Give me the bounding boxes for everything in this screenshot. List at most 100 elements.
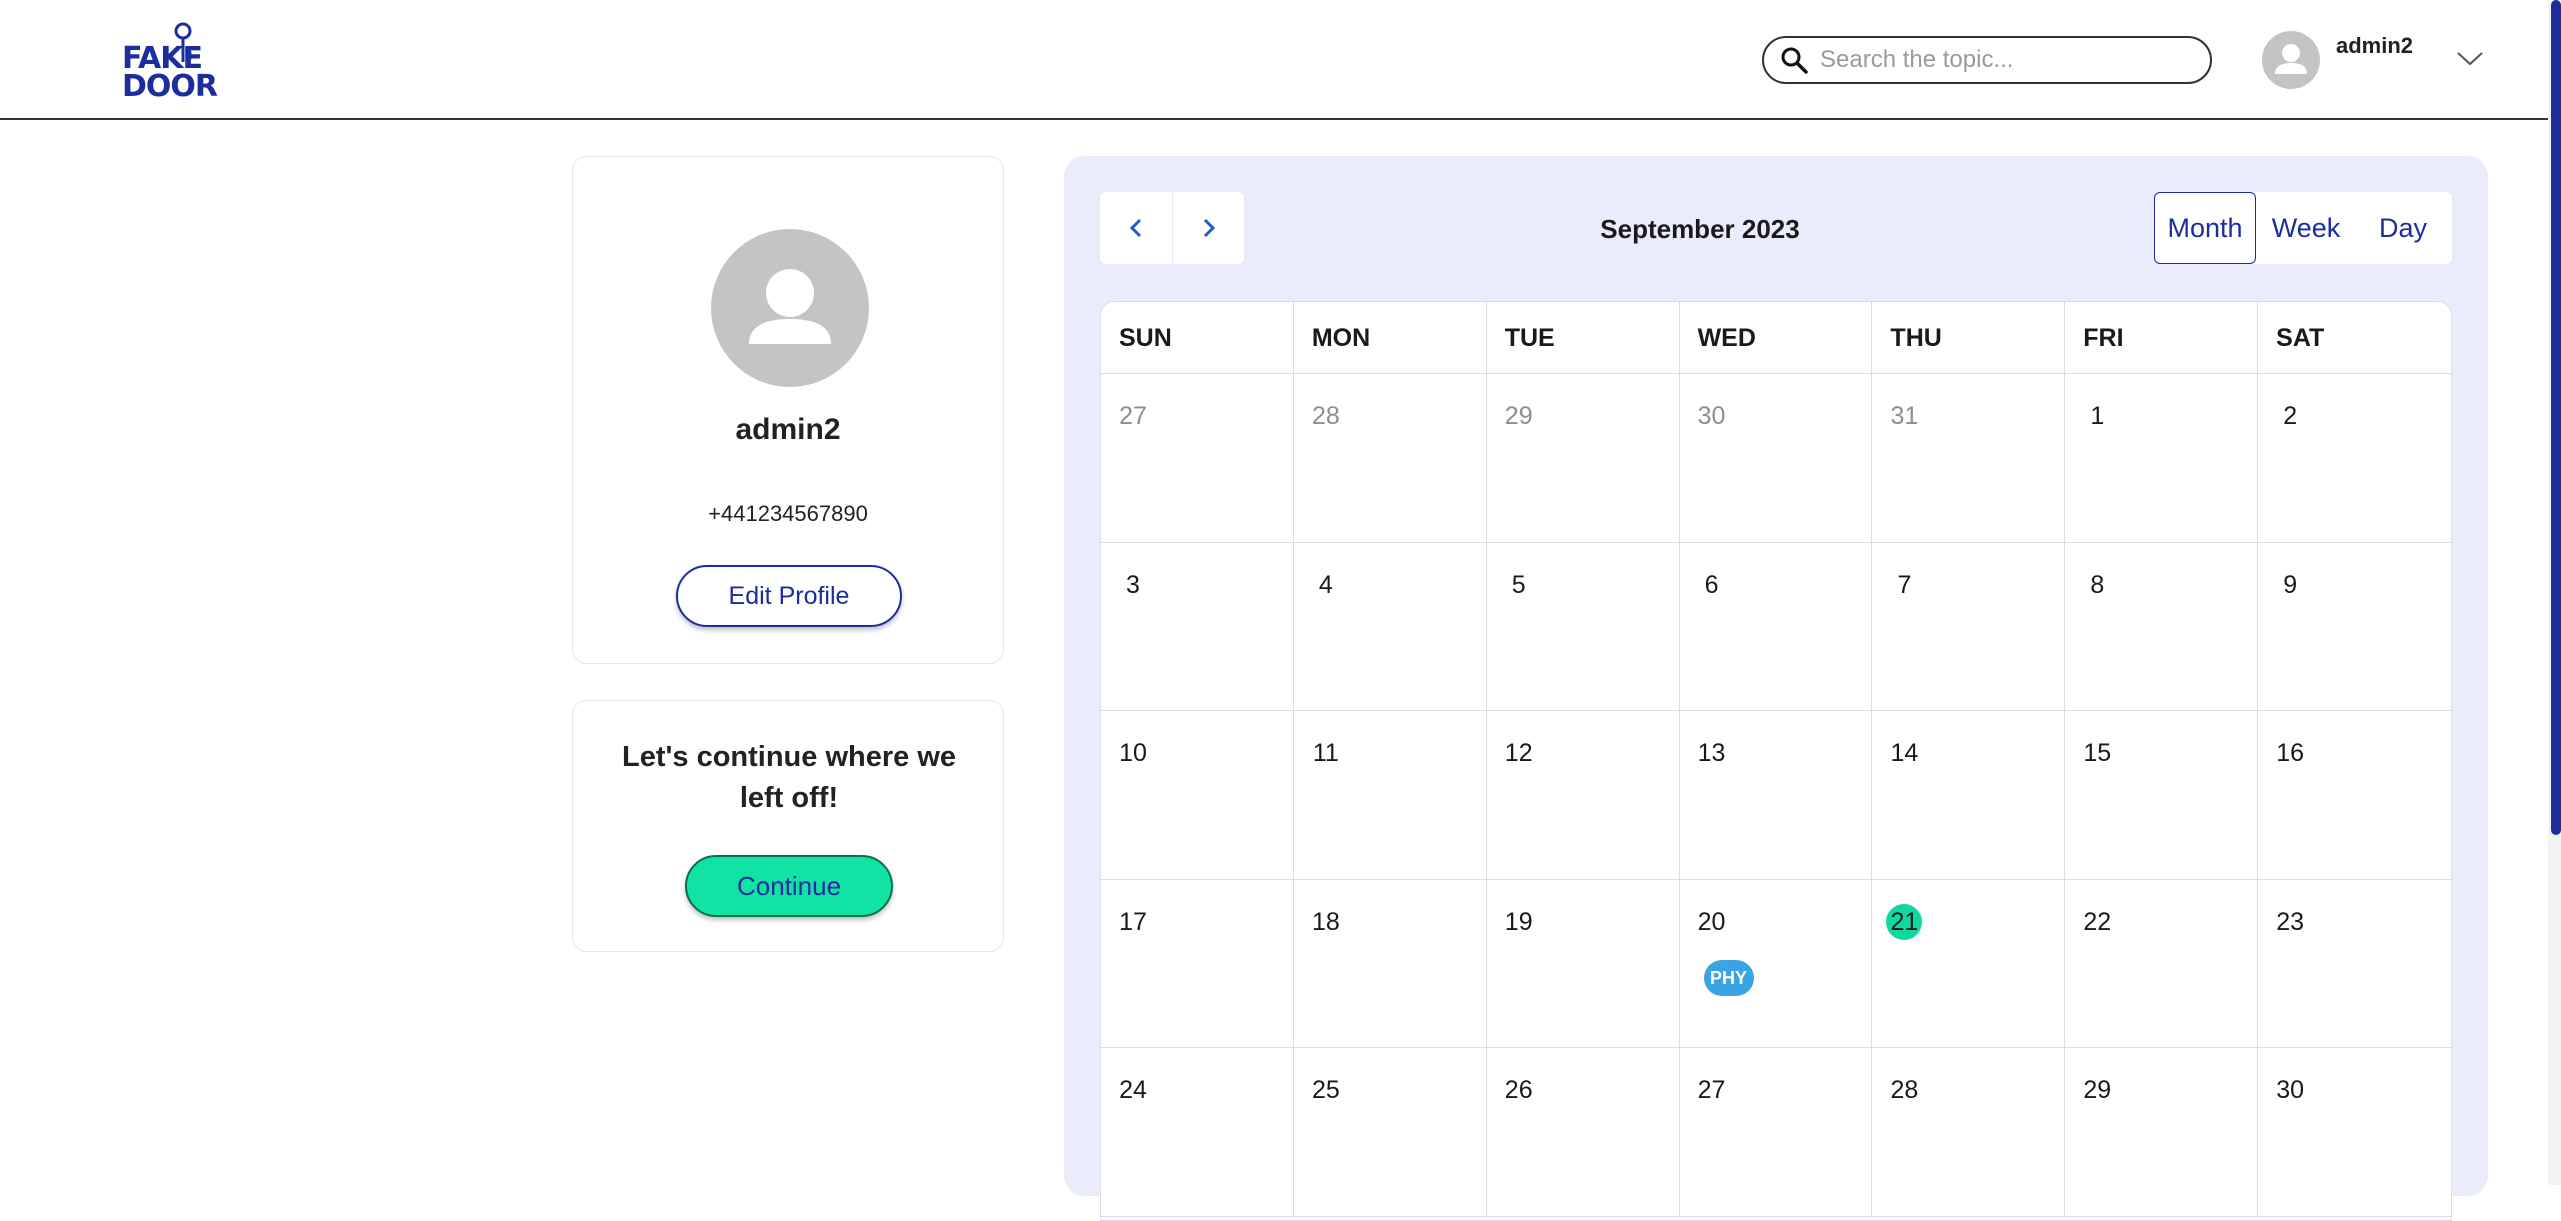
day-number: 20	[1697, 907, 1726, 936]
calendar-day-cell[interactable]: 1	[2065, 374, 2259, 543]
top-header: FAKE DOOR admin2	[0, 0, 2548, 120]
view-month-button[interactable]: Month	[2154, 192, 2256, 264]
calendar-day-cell[interactable]: 13	[1679, 711, 1873, 880]
calendar-day-cell[interactable]: 19	[1486, 879, 1680, 1048]
weekday-fri: FRI	[2065, 302, 2259, 373]
calendar-day-cell[interactable]: 28	[1293, 374, 1487, 543]
calendar-title: September 2023	[1600, 214, 1800, 244]
day-number: 16	[2276, 739, 2305, 767]
day-number: 18	[1311, 907, 1340, 936]
calendar-day-cell[interactable]: 26	[1486, 1048, 1680, 1217]
continue-button[interactable]: Continue	[685, 855, 893, 917]
view-week-button[interactable]: Week	[2256, 192, 2356, 264]
calendar-day-cell[interactable]: 18	[1293, 879, 1487, 1048]
view-day-button[interactable]: Day	[2356, 192, 2450, 264]
calendar-day-cell[interactable]: 16	[2258, 711, 2451, 880]
day-number: 12	[1504, 739, 1533, 767]
calendar-day-cell[interactable]: 8	[2065, 542, 2259, 711]
calendar-day-cell[interactable]: 20 PHY	[1679, 879, 1873, 1048]
chevron-down-icon[interactable]	[2456, 50, 2484, 68]
calendar-day-cell[interactable]: 29	[2065, 1048, 2259, 1217]
day-number: 13	[1697, 739, 1726, 767]
weekday-wed: WED	[1680, 302, 1873, 373]
calendar-day-cell[interactable]: 7	[1872, 542, 2066, 711]
calendar-day-cell[interactable]: 31	[1872, 374, 2066, 543]
calendar-day-cell[interactable]: 9	[2258, 543, 2451, 711]
calendar-day-cell[interactable]: 2	[2258, 374, 2451, 543]
day-number: 2	[2283, 402, 2298, 430]
calendar-day-cell[interactable]: 15	[2065, 711, 2259, 880]
calendar-day-cell[interactable]: 23	[2258, 880, 2451, 1048]
continue-card: Let's continue where we left off! Contin…	[572, 700, 1004, 952]
day-number: 26	[1504, 1076, 1533, 1104]
calendar-day-cell[interactable]: 30	[2258, 1048, 2451, 1217]
calendar-grid: SUN MON TUE WED THU FRI SAT 27 28 29 30 31 1 2…	[1100, 301, 2452, 1221]
search-icon	[1781, 47, 1808, 74]
day-number: 25	[1311, 1076, 1340, 1104]
day-number: 6	[1704, 570, 1719, 599]
calendar-day-cell[interactable]: 10	[1101, 711, 1294, 880]
calendar-day-cell[interactable]: 21	[1872, 879, 2066, 1048]
weekday-tue: TUE	[1487, 302, 1680, 373]
weekday-header: SUN MON TUE WED THU FRI SAT	[1101, 302, 2451, 374]
calendar-day-cell[interactable]: 27	[1101, 374, 1294, 543]
calendar-day-cell[interactable]: 25	[1293, 1048, 1487, 1217]
continue-message: Let's continue where we left off!	[621, 741, 957, 814]
profile-avatar	[711, 229, 869, 387]
day-number: 28	[1311, 402, 1340, 430]
day-number: 27	[1119, 402, 1147, 430]
calendar-day-cell[interactable]: 24	[1101, 1048, 1294, 1217]
header-username[interactable]: admin2	[2336, 33, 2413, 59]
day-number: 8	[2090, 570, 2105, 599]
today-date: 21	[1886, 903, 1923, 940]
day-number: 29	[1504, 402, 1533, 430]
day-number: 17	[1119, 907, 1147, 936]
calendar-day-cell[interactable]: 12	[1486, 711, 1680, 880]
day-number: 24	[1119, 1076, 1147, 1104]
search-input[interactable]	[1818, 45, 2178, 75]
calendar-day-cell[interactable]: 17	[1101, 879, 1294, 1048]
user-icon	[2275, 44, 2307, 74]
day-number: 27	[1697, 1076, 1726, 1104]
edit-profile-button[interactable]: Edit Profile	[676, 565, 902, 627]
avatar[interactable]	[2262, 31, 2320, 89]
weekday-sat: SAT	[2276, 324, 2325, 352]
day-number: 30	[2276, 1076, 2305, 1104]
calendar-day-cell[interactable]: 14	[1872, 711, 2066, 880]
day-number: 31	[1890, 402, 1919, 430]
day-number: 1	[2090, 402, 2105, 430]
calendar-day-cell[interactable]: 3	[1101, 542, 1294, 711]
day-number: 30	[1697, 402, 1726, 430]
day-number: 29	[2083, 1076, 2112, 1104]
day-number: 23	[2276, 907, 2305, 936]
day-number: 3	[1126, 570, 1140, 599]
calendar-day-cell[interactable]: 29	[1486, 374, 1680, 543]
user-icon	[749, 269, 831, 344]
profile-card: admin2 +441234567890 Edit Profile	[572, 156, 1004, 664]
fakedoor-logo[interactable]: FAKE DOOR	[122, 22, 218, 104]
calendar-panel: September 2023 Month Week Day SUN MON TU…	[1064, 156, 2488, 1221]
calendar-day-cell[interactable]: 6	[1679, 542, 1873, 711]
calendar-day-cell[interactable]: 27	[1679, 1048, 1873, 1217]
scrollbar-thumb[interactable]	[2551, 0, 2561, 835]
event-badge[interactable]: PHY	[1703, 959, 1754, 996]
day-number: 10	[1119, 739, 1147, 767]
day-number: 15	[2083, 739, 2112, 767]
calendar-day-cell[interactable]: 28	[1872, 1048, 2066, 1217]
day-number: 14	[1890, 739, 1919, 767]
logo-text-bottom: DOOR	[122, 69, 218, 104]
weekday-sun: SUN	[1101, 302, 1294, 373]
search-bar[interactable]	[1762, 36, 2212, 84]
day-number: 19	[1504, 907, 1533, 936]
calendar-day-cell[interactable]: 30	[1679, 374, 1873, 543]
day-number: 7	[1897, 570, 1912, 599]
day-number: 28	[1890, 1076, 1919, 1104]
calendar-day-cell[interactable]: 22	[2065, 879, 2259, 1048]
day-number: 22	[2083, 907, 2112, 936]
calendar-day-cell[interactable]: 11	[1293, 711, 1487, 880]
calendar-day-cell[interactable]: 5	[1486, 542, 1680, 711]
profile-phone: +441234567890	[708, 501, 868, 526]
calendar-day-cell[interactable]: 4	[1293, 542, 1487, 711]
day-number: 4	[1318, 570, 1333, 599]
weekday-thu: THU	[1872, 302, 2066, 373]
